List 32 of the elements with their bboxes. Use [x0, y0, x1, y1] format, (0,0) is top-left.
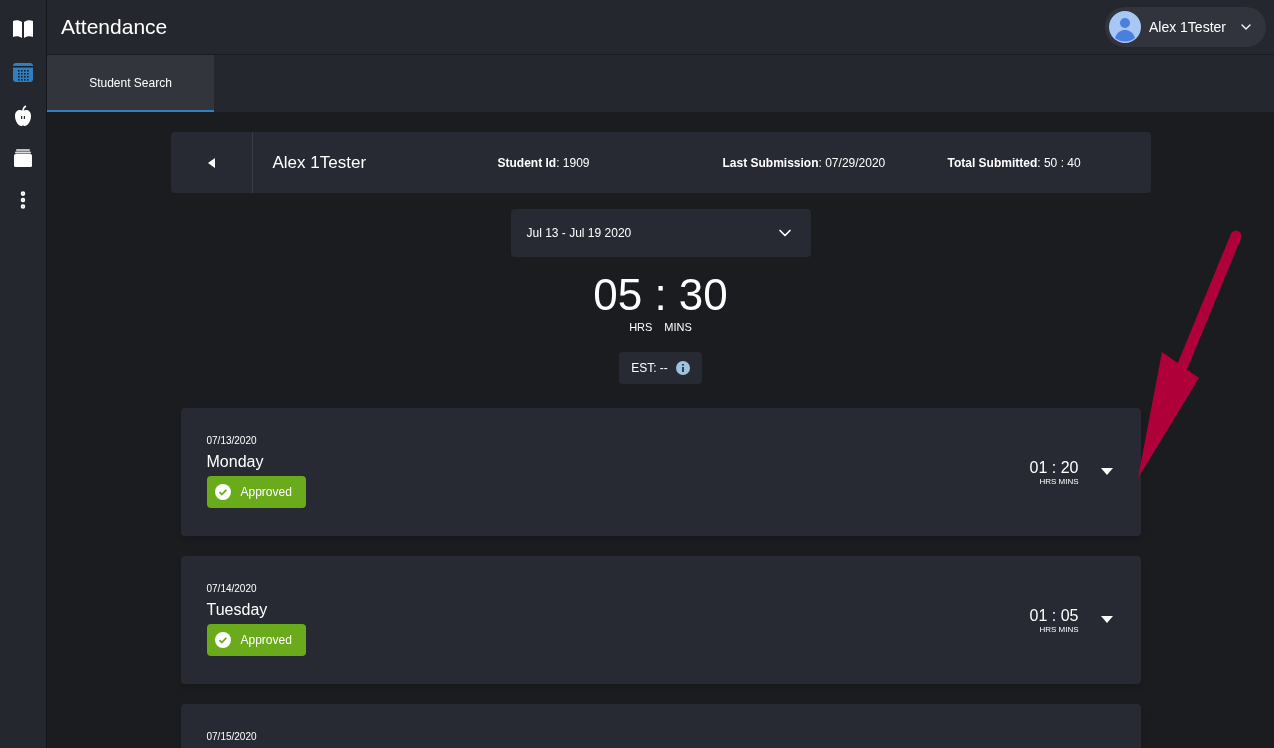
day-name: Tuesday — [206, 599, 269, 620]
info-icon[interactable] — [675, 360, 690, 375]
estimate-text: EST: -- — [631, 359, 668, 377]
day-name: Monday — [206, 451, 265, 472]
caret-left-icon — [207, 157, 215, 168]
student-field: Last Submission: 07/29/2020 — [722, 153, 948, 172]
status-badge: Approved — [206, 475, 306, 508]
user-menu[interactable]: Alex 1Tester — [1104, 7, 1266, 47]
avatar-icon — [1108, 11, 1141, 43]
student-name: Alex 1Tester — [272, 151, 368, 174]
tab[interactable]: Student Search — [47, 55, 214, 112]
calendar-icon[interactable] — [12, 61, 34, 83]
check-circle-icon — [214, 631, 231, 648]
week-dropdown[interactable]: Jul 13 - Jul 19 2020 — [510, 209, 811, 257]
student-field: Student Id: 1909 — [497, 153, 723, 172]
apple-icon[interactable] — [13, 105, 33, 127]
day-date: 07/14/2020 — [206, 583, 258, 594]
time-unit-label: HRS MINS — [1039, 625, 1079, 634]
student-field: Total Submitted: 50 : 40 — [947, 153, 1081, 172]
page-title: Attendance — [61, 14, 168, 41]
day-time: 01 : 20 — [1029, 457, 1079, 478]
check-circle-icon — [214, 483, 231, 500]
total-time: 05 : 30 — [593, 273, 728, 317]
day-date: 07/13/2020 — [206, 435, 258, 446]
day-time: 01 : 05 — [1029, 605, 1079, 626]
status-badge: Approved — [206, 623, 306, 656]
time-unit-label: HRS MINS — [1039, 477, 1079, 486]
day-date: 07/15/2020 — [206, 731, 258, 742]
book-icon[interactable] — [12, 19, 34, 39]
hours-label: HRS — [629, 320, 653, 335]
minutes-label: MINS — [664, 320, 692, 335]
stack-icon[interactable] — [13, 149, 33, 167]
